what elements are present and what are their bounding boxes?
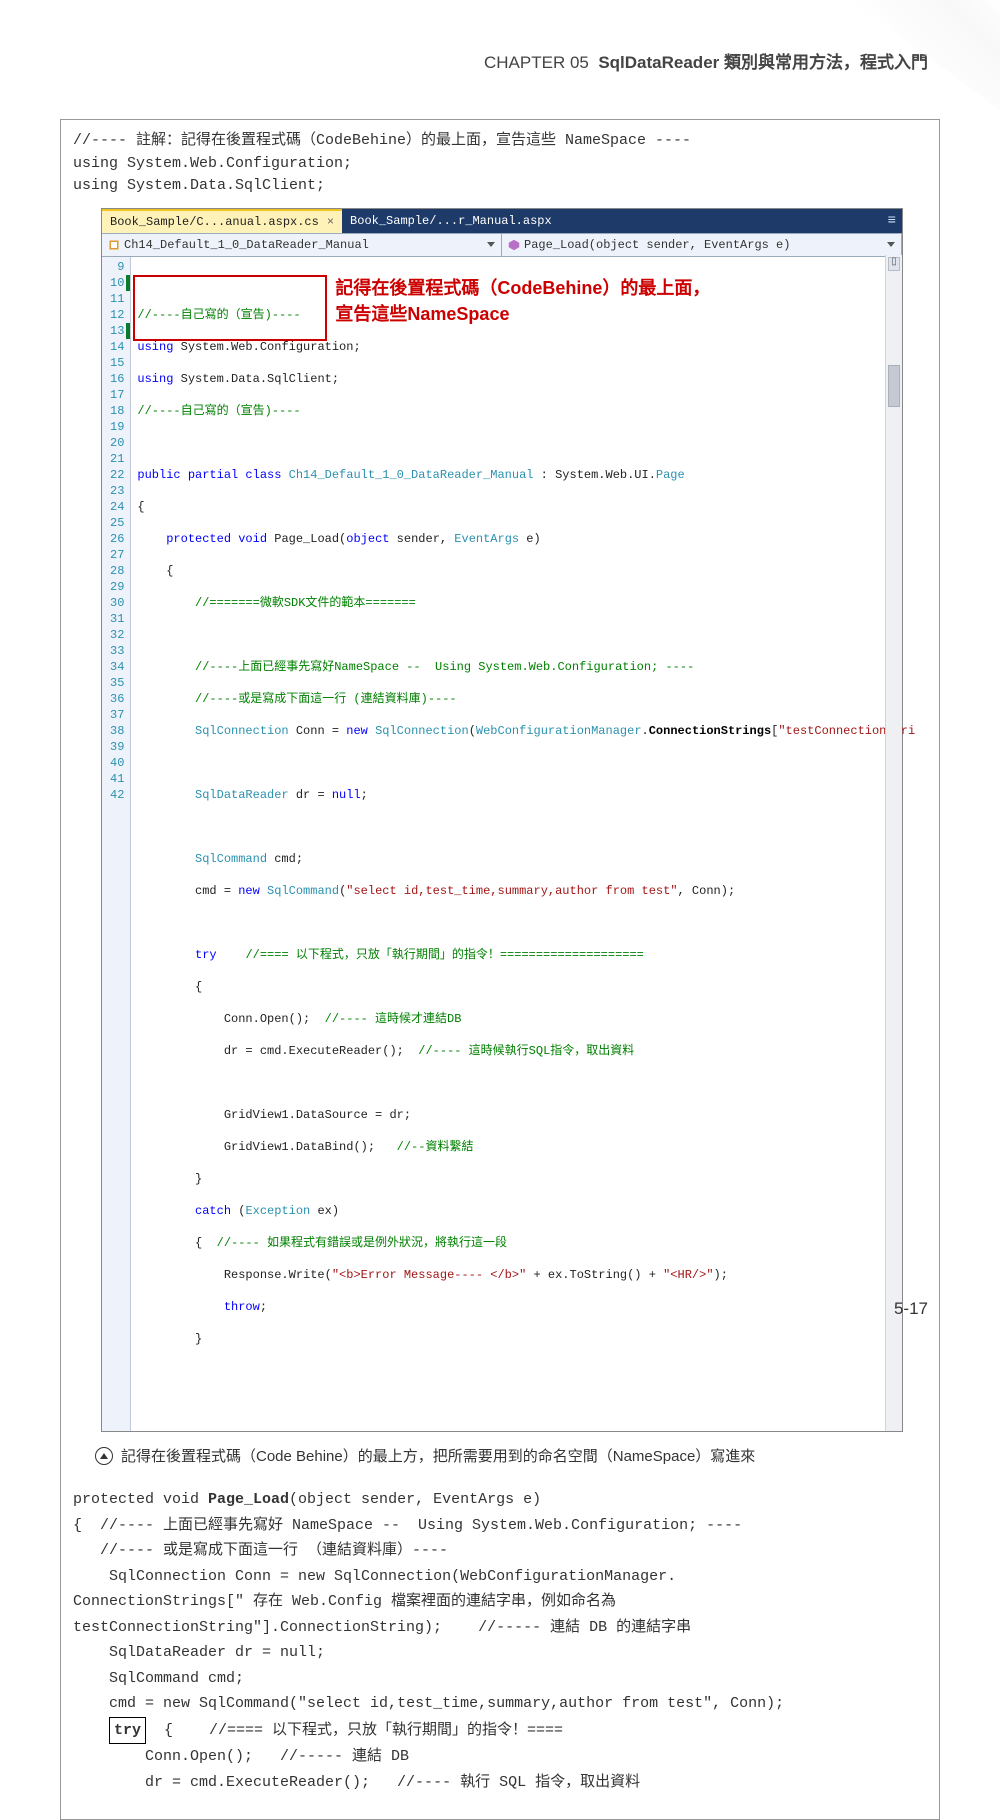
figure-caption: 記得在後置程式碼（Code Behine）的最上方，把所需要用到的命名空間（Na… bbox=[95, 1444, 927, 1470]
caption-bullet-icon bbox=[95, 1447, 113, 1465]
scrollbar[interactable]: ▯ bbox=[885, 255, 902, 1431]
tab-active-label: Book_Sample/C...anual.aspx.cs bbox=[110, 213, 319, 231]
t: { //==== 以下程式，只放「執行期間」的指令！==== bbox=[146, 1722, 563, 1739]
listing-box: //---- 註解：記得在後置程式碼（CodeBehine）的最上面，宣告這些 … bbox=[60, 119, 940, 1820]
t: SqlDataReader dr = null; bbox=[73, 1640, 927, 1666]
t: Conn.Open(); //----- 連結 DB bbox=[73, 1744, 927, 1770]
code-line: //----自己寫的（宣告)---- bbox=[137, 308, 300, 322]
using-1: using System.Web.Configuration; bbox=[73, 153, 927, 176]
class-dropdown[interactable]: Ch14_Default_1_0_DataReader_Manual bbox=[102, 234, 502, 256]
t bbox=[73, 1722, 109, 1739]
scroll-split-icon[interactable]: ▯ bbox=[888, 257, 900, 271]
chapter-title: SqlDataReader 類別與常用方法，程式入門 bbox=[598, 53, 928, 72]
lower-code: protected void Page_Load(object sender, … bbox=[73, 1487, 927, 1795]
method-dropdown-text: Page_Load(object sender, EventArgs e) bbox=[524, 236, 790, 254]
class-dropdown-text: Ch14_Default_1_0_DataReader_Manual bbox=[124, 236, 369, 254]
red-annot-line1: 記得在後置程式碼（CodeBehine）的最上面， bbox=[335, 278, 710, 298]
t: SqlCommand cmd; bbox=[73, 1666, 927, 1692]
red-annot-line2: 宣告這些NameSpace bbox=[335, 304, 509, 324]
using-2: using System.Data.SqlClient; bbox=[73, 175, 927, 198]
page-load-bold: Page_Load bbox=[208, 1491, 289, 1508]
vs-nav-bar: Ch14_Default_1_0_DataReader_Manual Page_… bbox=[102, 233, 902, 257]
method-icon bbox=[508, 239, 520, 251]
close-icon[interactable]: × bbox=[327, 213, 334, 231]
method-dropdown[interactable]: Page_Load(object sender, EventArgs e) bbox=[502, 234, 902, 256]
vs-editor: Book_Sample/C...anual.aspx.cs × Book_Sam… bbox=[101, 208, 903, 1432]
chevron-down-icon bbox=[887, 242, 895, 247]
chevron-down-icon bbox=[487, 242, 495, 247]
t: //---- 或是寫成下面這一行 （連結資料庫）---- bbox=[73, 1538, 927, 1564]
chapter-number: CHAPTER 05 bbox=[484, 53, 589, 72]
tab-inactive[interactable]: Book_Sample/...r_Manual.aspx bbox=[342, 209, 560, 233]
try-box: try bbox=[109, 1717, 146, 1745]
t: ConnectionStrings[" 存在 Web.Config 檔案裡面的連… bbox=[73, 1589, 927, 1615]
red-annotation: 記得在後置程式碼（CodeBehine）的最上面， 宣告這些NameSpace bbox=[335, 275, 895, 327]
code-area[interactable]: //----自己寫的（宣告)---- using System.Web.Conf… bbox=[131, 257, 915, 1431]
tab-inactive-label: Book_Sample/...r_Manual.aspx bbox=[350, 212, 552, 230]
class-icon bbox=[108, 239, 120, 251]
line-gutter: 9 10 11 12 13 14 15 16 17 18 19 20 21 22… bbox=[102, 257, 131, 1431]
chapter-header: CHAPTER 05 SqlDataReader 類別與常用方法，程式入門 bbox=[60, 48, 940, 73]
t: (object sender, EventArgs e) bbox=[289, 1491, 541, 1508]
t: protected void bbox=[73, 1491, 208, 1508]
page-number: 5-17 bbox=[894, 1299, 928, 1319]
t: testConnectionString"].ConnectionString)… bbox=[73, 1615, 927, 1641]
t: { //---- 上面已經事先寫好 NameSpace -- Using Sys… bbox=[73, 1513, 927, 1539]
tab-active[interactable]: Book_Sample/C...anual.aspx.cs × bbox=[102, 209, 342, 233]
scroll-thumb[interactable] bbox=[888, 365, 900, 407]
tabs-overflow-icon[interactable]: ≡ bbox=[882, 209, 902, 233]
vs-body: 9 10 11 12 13 14 15 16 17 18 19 20 21 22… bbox=[102, 257, 902, 1431]
top-comment: //---- 註解：記得在後置程式碼（CodeBehine）的最上面，宣告這些 … bbox=[73, 130, 927, 153]
t: cmd = new SqlCommand("select id,test_tim… bbox=[73, 1691, 927, 1717]
code-line: //----自己寫的（宣告)---- bbox=[137, 404, 300, 418]
t: dr = cmd.ExecuteReader(); //---- 執行 SQL … bbox=[73, 1770, 927, 1796]
caption-text: 記得在後置程式碼（Code Behine）的最上方，把所需要用到的命名空間（Na… bbox=[121, 1444, 755, 1470]
vs-tabs: Book_Sample/C...anual.aspx.cs × Book_Sam… bbox=[102, 209, 902, 233]
t: SqlConnection Conn = new SqlConnection(W… bbox=[73, 1564, 927, 1590]
